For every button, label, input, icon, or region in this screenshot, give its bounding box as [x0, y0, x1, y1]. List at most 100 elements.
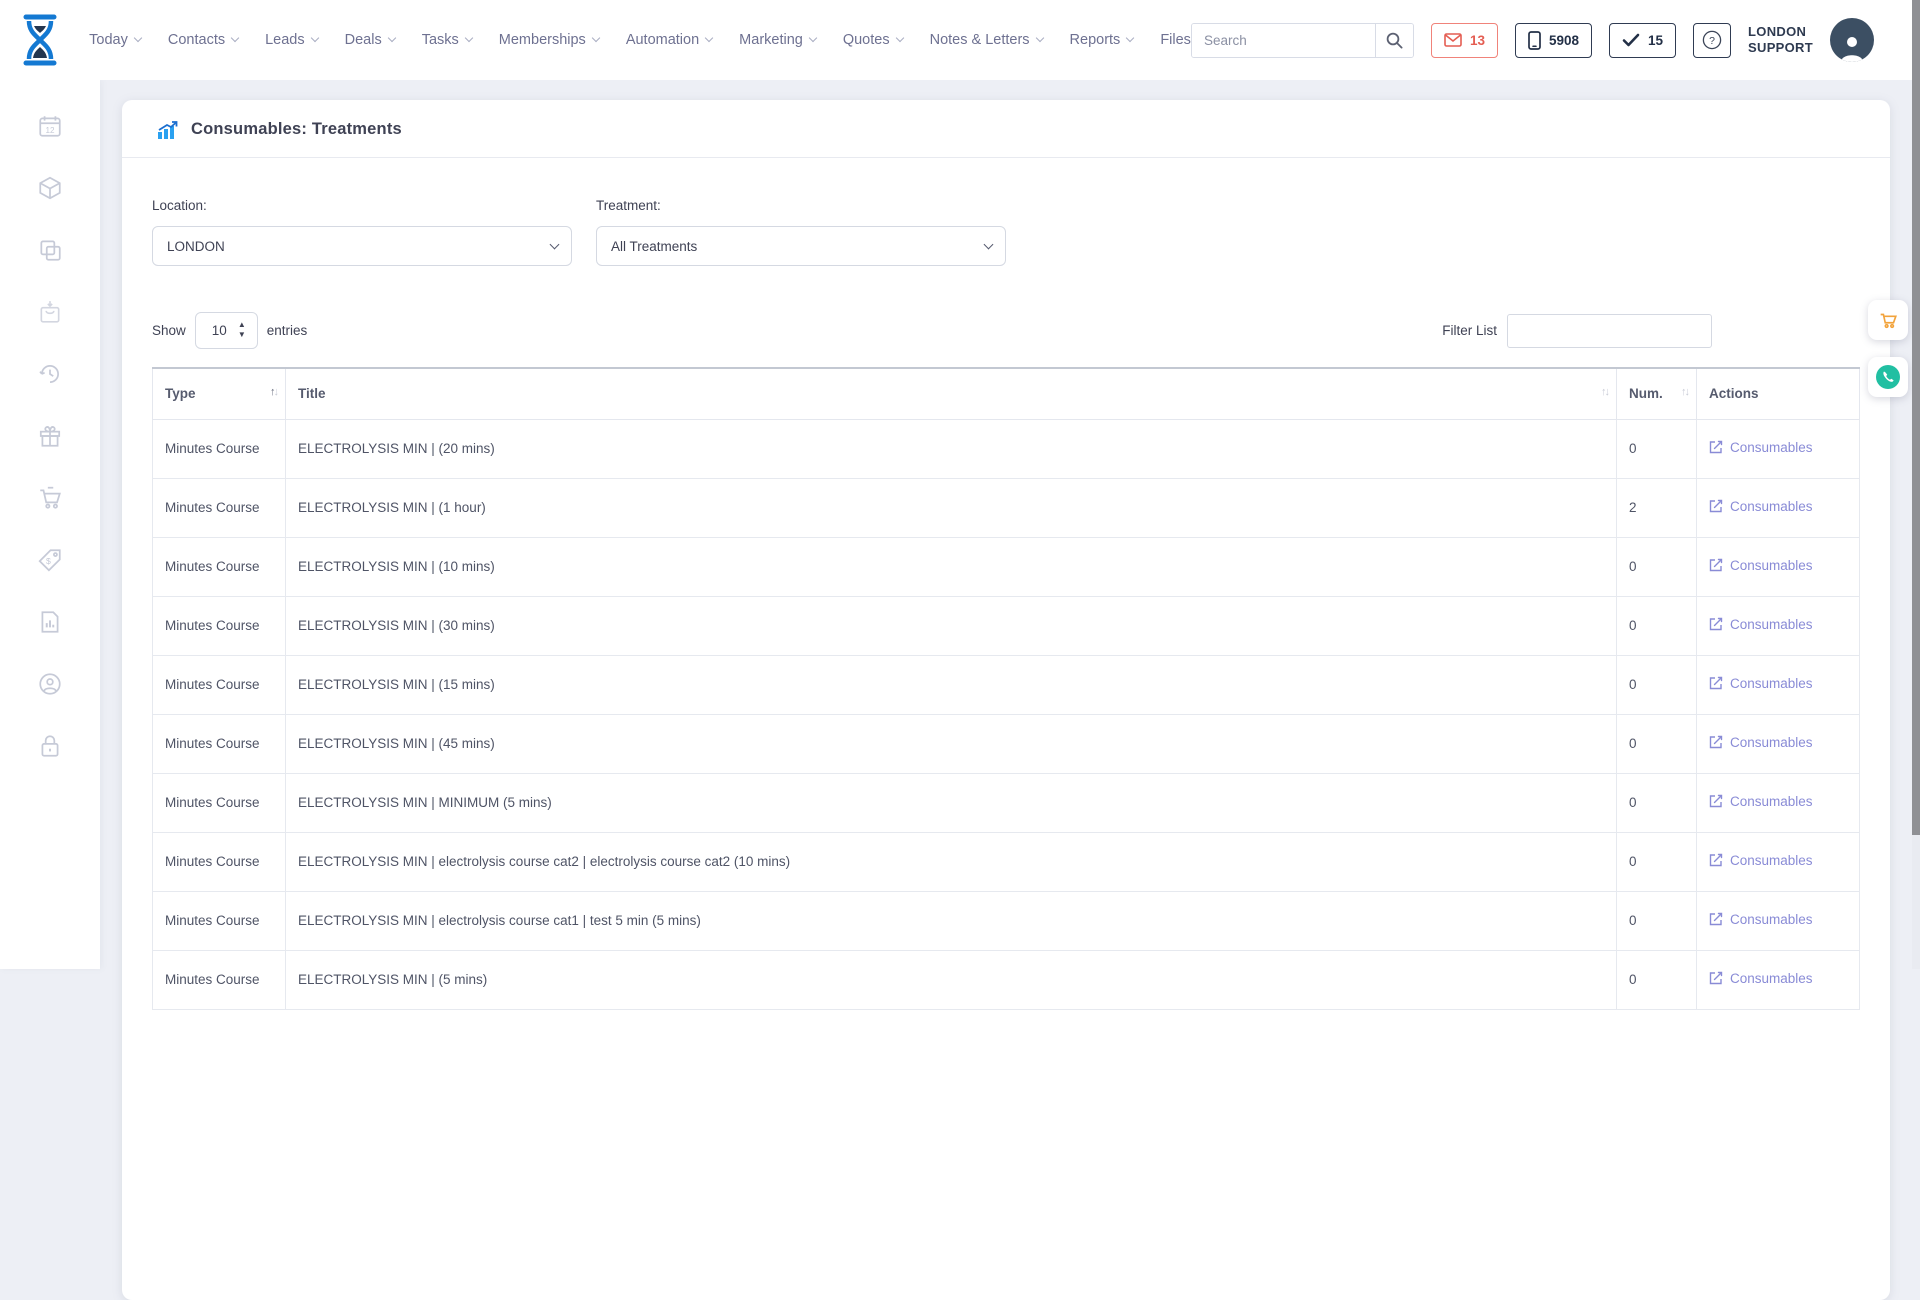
sidebar-item-reports[interactable]: [36, 608, 64, 636]
user-circle-icon: [37, 671, 63, 697]
sort-icon[interactable]: ↑↓: [270, 386, 277, 398]
nav-item-memberships[interactable]: Memberships: [499, 32, 599, 48]
sidebar-item-security[interactable]: [36, 732, 64, 760]
cell-actions: Consumables: [1697, 655, 1860, 714]
nav-item-today[interactable]: Today: [89, 32, 141, 48]
sidebar-item-account[interactable]: [36, 670, 64, 698]
user-name-line2: SUPPORT: [1748, 40, 1813, 56]
table-row: Minutes CourseELECTROLYSIS MIN | (5 mins…: [153, 950, 1860, 1009]
history-clock-icon: [37, 361, 63, 387]
cell-actions: Consumables: [1697, 478, 1860, 537]
page-length-select[interactable]: 10: [195, 312, 258, 349]
mail-badge[interactable]: 13: [1431, 23, 1498, 58]
treatment-label: Treatment:: [596, 198, 1006, 213]
cell-type: Minutes Course: [153, 478, 286, 537]
filter-list-control: Filter List: [1442, 314, 1712, 348]
chevron-down-icon: [465, 34, 473, 42]
sidebar-item-packages[interactable]: [36, 174, 64, 202]
column-header-title[interactable]: Title ↑↓: [286, 368, 1617, 419]
consumables-link[interactable]: Consumables: [1709, 676, 1813, 691]
consumables-link[interactable]: Consumables: [1709, 440, 1813, 455]
edit-icon: [1709, 558, 1723, 572]
nav-item-deals[interactable]: Deals: [345, 32, 395, 48]
treatment-select[interactable]: All Treatments: [596, 226, 1006, 266]
cell-num: 0: [1617, 950, 1697, 1009]
cell-num: 0: [1617, 714, 1697, 773]
table-row: Minutes CourseELECTROLYSIS MIN | MINIMUM…: [153, 773, 1860, 832]
logged-in-user-name: LONDON SUPPORT: [1748, 24, 1813, 57]
column-header-type[interactable]: Type ↑↓: [153, 368, 286, 419]
chevron-down-icon: [134, 34, 142, 42]
cell-type: Minutes Course: [153, 596, 286, 655]
consumables-link[interactable]: Consumables: [1709, 735, 1813, 750]
chevron-down-icon: [1035, 34, 1043, 42]
sidebar-item-duplicates[interactable]: [36, 236, 64, 264]
consumables-link[interactable]: Consumables: [1709, 617, 1813, 632]
sidebar-item-shop[interactable]: [36, 484, 64, 512]
consumables-link[interactable]: Consumables: [1709, 499, 1813, 514]
consumables-link[interactable]: Consumables: [1709, 558, 1813, 573]
question-mark-icon: ?: [1702, 30, 1722, 50]
edit-icon: [1709, 440, 1723, 454]
floating-action-buttons: [1868, 300, 1908, 397]
search-input[interactable]: [1192, 24, 1375, 57]
nav-item-leads[interactable]: Leads: [265, 32, 318, 48]
sidebar-item-gift-vouchers[interactable]: [36, 422, 64, 450]
cell-type: Minutes Course: [153, 773, 286, 832]
cell-actions: Consumables: [1697, 537, 1860, 596]
search-button[interactable]: [1375, 24, 1413, 57]
scrollbar-thumb[interactable]: [1912, 0, 1920, 835]
cell-title: ELECTROLYSIS MIN | (10 mins): [286, 537, 1617, 596]
consumables-link[interactable]: Consumables: [1709, 912, 1813, 927]
location-select[interactable]: LONDON: [152, 226, 572, 266]
task-count: 15: [1648, 33, 1663, 48]
sms-badge[interactable]: 5908: [1515, 23, 1592, 58]
nav-item-reports[interactable]: Reports: [1070, 32, 1134, 48]
cell-actions: Consumables: [1697, 596, 1860, 655]
tasks-badge[interactable]: 15: [1609, 23, 1676, 58]
page-scrollbar[interactable]: [1912, 0, 1920, 969]
cell-type: Minutes Course: [153, 950, 286, 1009]
cell-num: 0: [1617, 596, 1697, 655]
consumables-link[interactable]: Consumables: [1709, 853, 1813, 868]
cell-num: 0: [1617, 773, 1697, 832]
nav-item-quotes[interactable]: Quotes: [843, 32, 903, 48]
user-avatar[interactable]: [1830, 18, 1874, 62]
sidebar-item-orders[interactable]: [36, 298, 64, 326]
location-label: Location:: [152, 198, 572, 213]
cart-float-button[interactable]: [1868, 300, 1908, 340]
sidebar-item-calendar[interactable]: 12: [36, 112, 64, 140]
cell-num: 2: [1617, 478, 1697, 537]
table-row: Minutes CourseELECTROLYSIS MIN | (20 min…: [153, 419, 1860, 478]
cell-title: ELECTROLYSIS MIN | electrolysis course c…: [286, 891, 1617, 950]
column-header-actions: Actions: [1697, 368, 1860, 419]
cell-type: Minutes Course: [153, 537, 286, 596]
nav-label: Tasks: [422, 32, 459, 48]
nav-item-files[interactable]: Files: [1160, 32, 1191, 48]
nav-item-marketing[interactable]: Marketing: [739, 32, 816, 48]
mail-count: 13: [1470, 33, 1485, 48]
nav-item-automation[interactable]: Automation: [626, 32, 712, 48]
table-row: Minutes CourseELECTROLYSIS MIN | electro…: [153, 832, 1860, 891]
edit-icon: [1709, 971, 1723, 985]
consumables-link[interactable]: Consumables: [1709, 971, 1813, 986]
sidebar-item-pricing[interactable]: $: [36, 546, 64, 574]
consumables-link[interactable]: Consumables: [1709, 794, 1813, 809]
page-title: Consumables: Treatments: [191, 120, 402, 139]
checkmark-icon: [1622, 33, 1640, 47]
nav-label: Today: [89, 32, 128, 48]
nav-item-contacts[interactable]: Contacts: [168, 32, 238, 48]
cell-title: ELECTROLYSIS MIN | (45 mins): [286, 714, 1617, 773]
help-button[interactable]: ?: [1693, 23, 1731, 58]
filter-list-input[interactable]: [1507, 314, 1712, 348]
nav-item-notes-letters[interactable]: Notes & Letters: [930, 32, 1043, 48]
nav-item-tasks[interactable]: Tasks: [422, 32, 472, 48]
phone-float-button[interactable]: [1868, 357, 1908, 397]
sort-icon[interactable]: ↑↓: [1601, 386, 1608, 398]
app-logo[interactable]: [0, 14, 79, 66]
sidebar-item-history[interactable]: [36, 360, 64, 388]
sort-icon[interactable]: ↑↓: [1681, 386, 1688, 398]
column-header-num[interactable]: Num. ↑↓: [1617, 368, 1697, 419]
svg-text:12: 12: [45, 126, 55, 135]
nav-label: Automation: [626, 32, 699, 48]
